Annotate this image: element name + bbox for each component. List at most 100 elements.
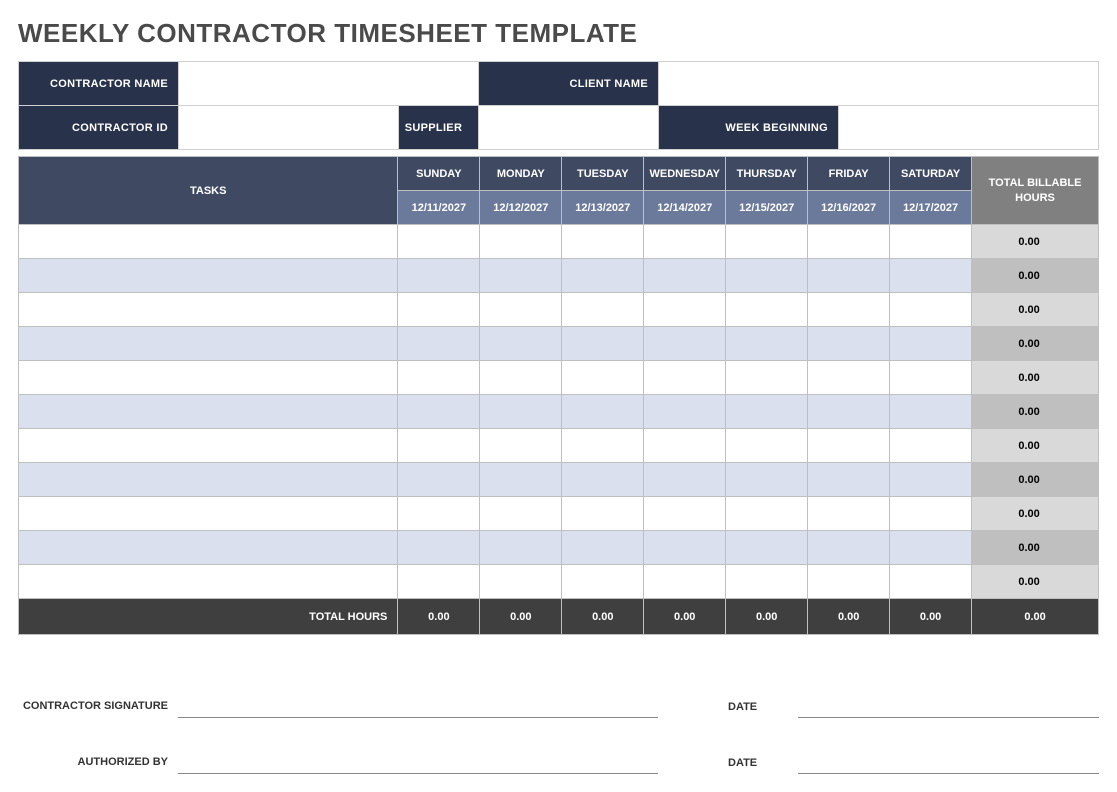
hours-cell[interactable] [726,565,808,599]
task-cell[interactable] [19,429,398,463]
hours-cell[interactable] [398,395,480,429]
hours-cell[interactable] [808,497,890,531]
hours-cell[interactable] [644,361,726,395]
table-row: 0.00 [19,327,1099,361]
hours-cell[interactable] [808,225,890,259]
hours-cell[interactable] [808,293,890,327]
hours-cell[interactable] [480,429,562,463]
task-cell[interactable] [19,293,398,327]
hours-cell[interactable] [726,395,808,429]
hours-cell[interactable] [398,259,480,293]
hours-cell[interactable] [808,463,890,497]
hours-cell[interactable] [890,259,972,293]
hours-cell[interactable] [562,327,644,361]
task-cell[interactable] [19,463,398,497]
date-field[interactable] [798,661,1099,717]
client-name-field[interactable] [659,62,1099,106]
hours-cell[interactable] [398,531,480,565]
week-beginning-field[interactable] [839,106,1099,150]
hours-cell[interactable] [562,293,644,327]
hours-cell[interactable] [480,497,562,531]
hours-cell[interactable] [480,463,562,497]
hours-cell[interactable] [890,225,972,259]
hours-cell[interactable] [480,327,562,361]
task-cell[interactable] [19,531,398,565]
hours-cell[interactable] [644,293,726,327]
hours-cell[interactable] [562,565,644,599]
hours-cell[interactable] [562,463,644,497]
hours-cell[interactable] [726,497,808,531]
hours-cell[interactable] [562,497,644,531]
task-cell[interactable] [19,361,398,395]
hours-cell[interactable] [398,463,480,497]
hours-cell[interactable] [480,293,562,327]
hours-cell[interactable] [726,293,808,327]
hours-cell[interactable] [562,395,644,429]
hours-cell[interactable] [726,259,808,293]
hours-cell[interactable] [480,259,562,293]
hours-cell[interactable] [398,327,480,361]
hours-cell[interactable] [726,361,808,395]
hours-cell[interactable] [480,565,562,599]
hours-cell[interactable] [890,361,972,395]
hours-cell[interactable] [398,225,480,259]
table-row: 0.00 [19,429,1099,463]
hours-cell[interactable] [808,531,890,565]
hours-cell[interactable] [480,225,562,259]
task-cell[interactable] [19,497,398,531]
hours-cell[interactable] [480,395,562,429]
hours-cell[interactable] [644,225,726,259]
hours-cell[interactable] [562,361,644,395]
hours-cell[interactable] [398,361,480,395]
hours-cell[interactable] [808,327,890,361]
hours-cell[interactable] [890,429,972,463]
contractor-name-field[interactable] [179,62,479,106]
task-cell[interactable] [19,225,398,259]
hours-cell[interactable] [808,395,890,429]
hours-cell[interactable] [890,531,972,565]
hours-cell[interactable] [808,361,890,395]
hours-cell[interactable] [562,429,644,463]
hours-cell[interactable] [808,259,890,293]
hours-cell[interactable] [480,531,562,565]
hours-cell[interactable] [644,259,726,293]
task-cell[interactable] [19,565,398,599]
hours-cell[interactable] [644,429,726,463]
hours-cell[interactable] [726,327,808,361]
hours-cell[interactable] [398,429,480,463]
hours-cell[interactable] [808,429,890,463]
contractor-signature-field[interactable] [178,661,658,717]
contractor-id-field[interactable] [179,106,399,150]
task-cell[interactable] [19,395,398,429]
hours-cell[interactable] [644,531,726,565]
hours-cell[interactable] [644,463,726,497]
hours-cell[interactable] [398,565,480,599]
authorized-by-field[interactable] [178,717,658,773]
hours-cell[interactable] [398,497,480,531]
hours-cell[interactable] [398,293,480,327]
date-field[interactable] [798,717,1099,773]
hours-cell[interactable] [644,395,726,429]
hours-cell[interactable] [480,361,562,395]
hours-cell[interactable] [890,395,972,429]
hours-cell[interactable] [890,497,972,531]
hours-cell[interactable] [726,531,808,565]
supplier-field[interactable] [479,106,659,150]
hours-cell[interactable] [726,429,808,463]
hours-cell[interactable] [562,259,644,293]
hours-cell[interactable] [562,225,644,259]
hours-cell[interactable] [644,327,726,361]
hours-cell[interactable] [890,327,972,361]
hours-cell[interactable] [808,565,890,599]
hours-cell[interactable] [726,225,808,259]
hours-cell[interactable] [890,565,972,599]
hours-cell[interactable] [726,463,808,497]
hours-cell[interactable] [644,497,726,531]
hours-cell[interactable] [890,463,972,497]
hours-cell[interactable] [644,565,726,599]
hours-cell[interactable] [562,531,644,565]
table-row: 0.00 [19,463,1099,497]
hours-cell[interactable] [890,293,972,327]
task-cell[interactable] [19,327,398,361]
task-cell[interactable] [19,259,398,293]
